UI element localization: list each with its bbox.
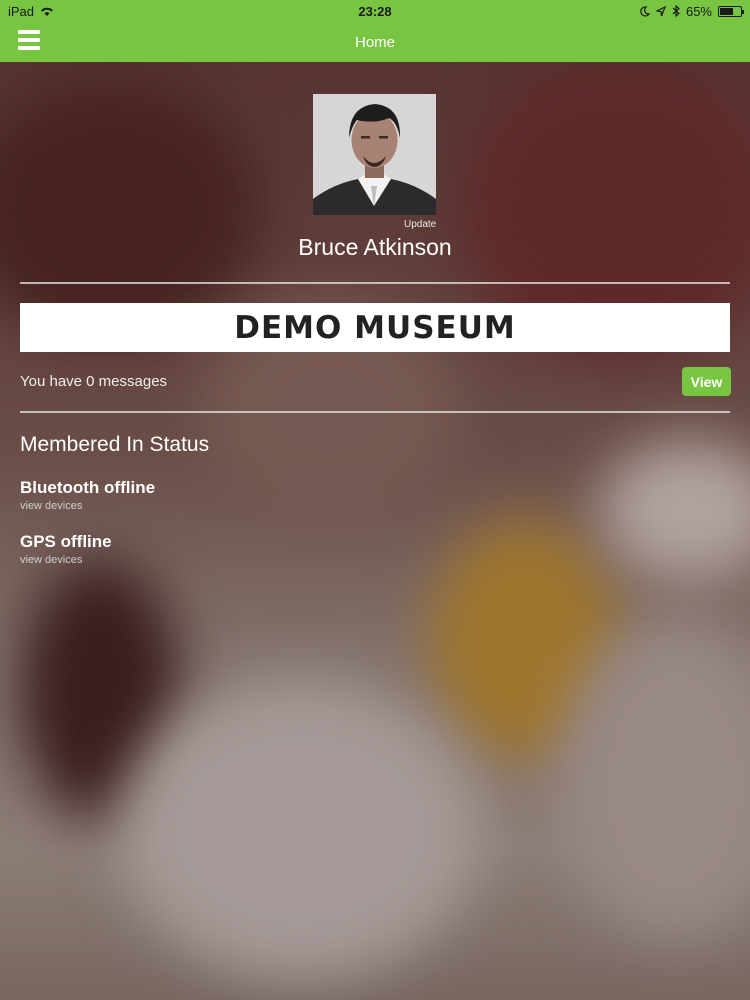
status-label: GPS offline xyxy=(20,532,112,551)
battery-icon xyxy=(718,5,744,17)
device-label: iPad xyxy=(8,3,35,19)
clock: 23:28 xyxy=(358,3,392,19)
hamburger-menu-icon[interactable] xyxy=(18,30,40,52)
nav-bar: Home xyxy=(0,22,750,62)
divider xyxy=(20,282,730,284)
view-devices-link[interactable]: view devices xyxy=(20,554,112,566)
section-title: Membered In Status xyxy=(20,433,210,456)
status-item-bluetooth: Bluetooth offline view devices xyxy=(20,478,155,512)
location-icon xyxy=(655,5,666,16)
divider xyxy=(20,411,730,413)
status-label: Bluetooth offline xyxy=(20,478,156,497)
profile-photo xyxy=(313,94,436,215)
museum-banner: DEMO MUSEUM xyxy=(20,303,730,352)
museum-name: DEMO MUSEUM xyxy=(234,309,516,346)
update-photo-link[interactable]: Update xyxy=(404,219,436,230)
status-item-gps: GPS offline view devices xyxy=(20,532,112,566)
wifi-icon xyxy=(41,7,54,16)
status-bar: iPad 23:28 65% xyxy=(0,0,750,22)
user-name: Bruce Atkinson xyxy=(298,234,452,260)
view-devices-link[interactable]: view devices xyxy=(20,500,155,512)
moon-icon xyxy=(640,5,650,16)
avatar[interactable] xyxy=(313,94,436,215)
messages-count-text: You have 0 messages xyxy=(20,373,168,390)
bluetooth-icon xyxy=(672,5,680,17)
page-title: Home xyxy=(354,33,395,51)
view-messages-button[interactable]: View xyxy=(682,367,731,396)
battery-percent: 65% xyxy=(685,3,712,19)
